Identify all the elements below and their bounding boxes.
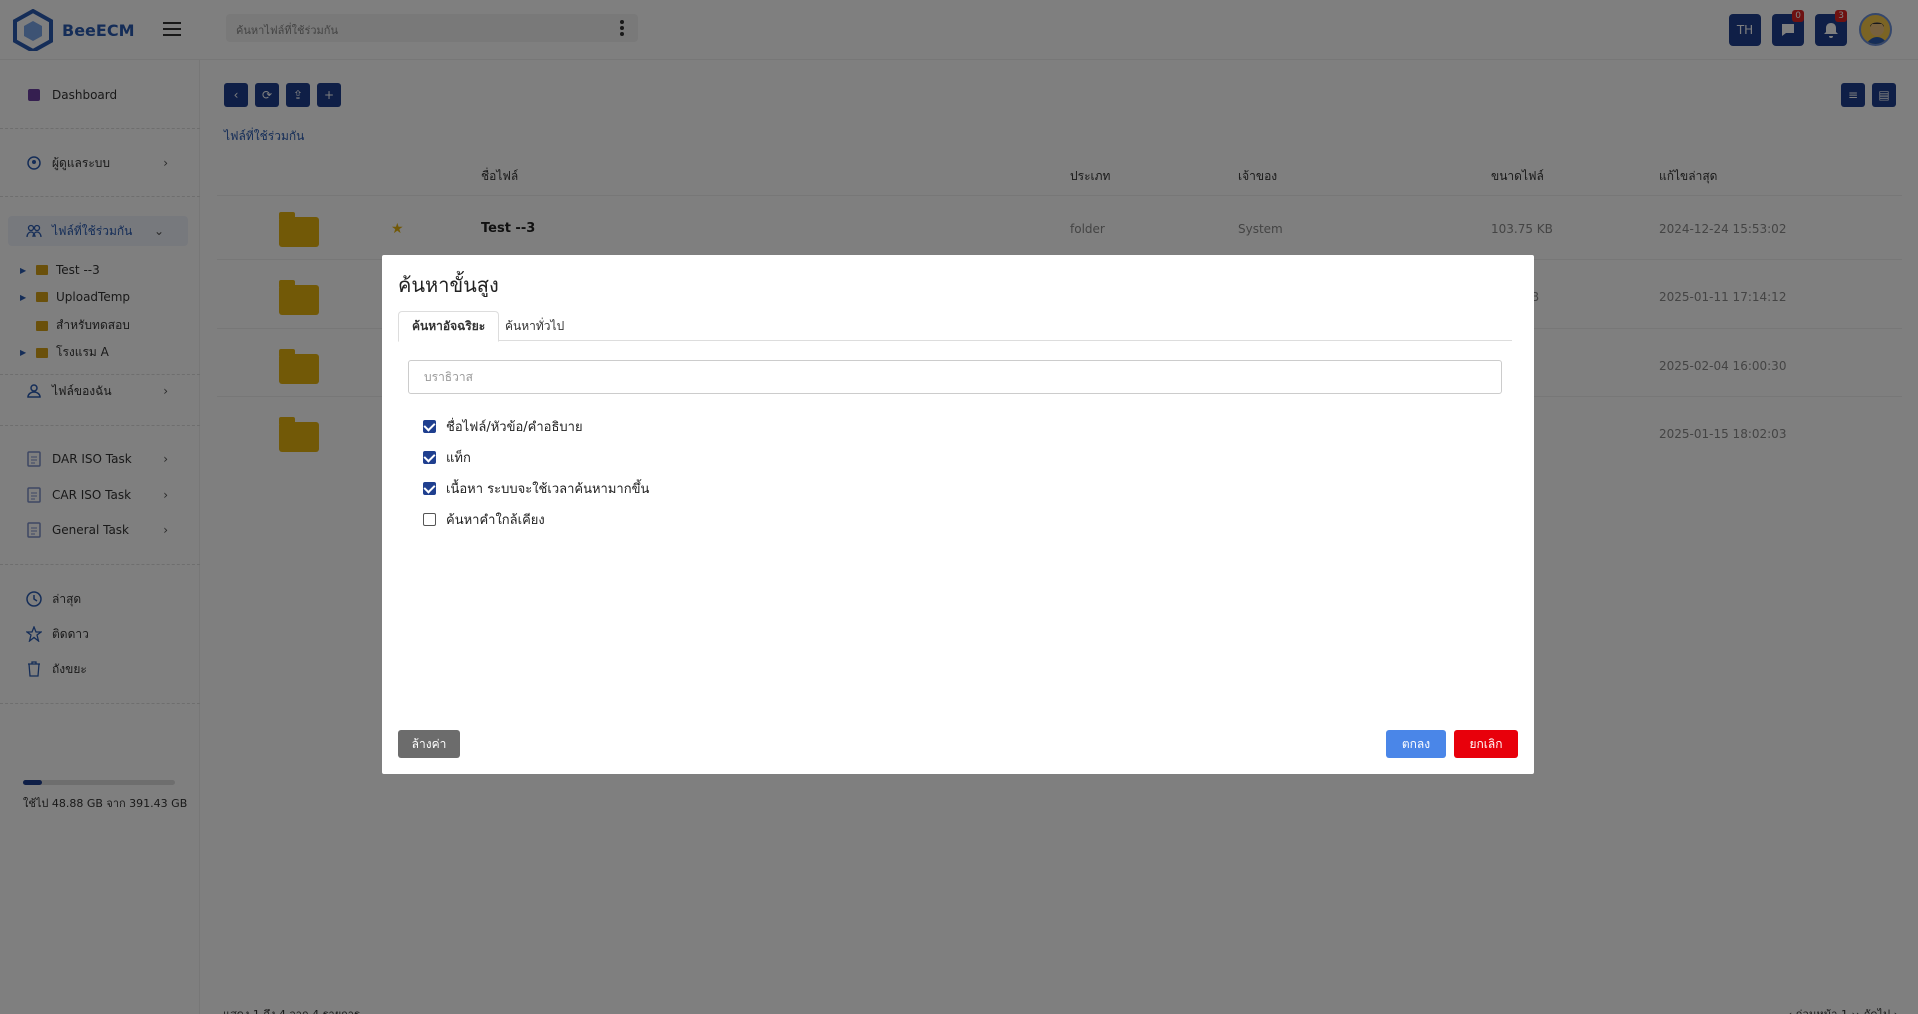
option-label: ชื่อไฟล์/หัวข้อ/คำอธิบาย [446, 420, 583, 435]
option-label: แท็ก [446, 451, 471, 466]
option-similar-words[interactable]: ค้นหาคำใกล้เคียง [423, 509, 545, 530]
search-keyword-input[interactable] [408, 360, 1502, 394]
option-filename[interactable]: ชื่อไฟล์/หัวข้อ/คำอธิบาย [423, 416, 583, 437]
option-content[interactable]: เนื้อหา ระบบจะใช้เวลาค้นหามากขึ้น [423, 478, 649, 499]
option-tag[interactable]: แท็ก [423, 447, 471, 468]
advanced-search-modal: ค้นหาขั้นสูง ค้นหาอัจฉริยะ ค้นหาทั่วไป ช… [382, 255, 1534, 774]
ok-button[interactable]: ตกลง [1386, 730, 1446, 758]
checkbox-filename[interactable] [423, 420, 436, 433]
option-label: เนื้อหา ระบบจะใช้เวลาค้นหามากขึ้น [446, 482, 650, 497]
checkbox-similar-words[interactable] [423, 513, 436, 526]
search-tabs: ค้นหาอัจฉริยะ ค้นหาทั่วไป [398, 311, 1512, 342]
option-label: ค้นหาคำใกล้เคียง [446, 513, 545, 528]
tab-general-search[interactable]: ค้นหาทั่วไป [492, 311, 577, 342]
checkbox-tag[interactable] [423, 451, 436, 464]
cancel-button[interactable]: ยกเลิก [1454, 730, 1518, 758]
checkbox-content[interactable] [423, 482, 436, 495]
modal-title: ค้นหาขั้นสูง [398, 273, 499, 297]
tab-smart-search[interactable]: ค้นหาอัจฉริยะ [398, 311, 500, 342]
clear-button[interactable]: ล้างค่า [398, 730, 460, 758]
